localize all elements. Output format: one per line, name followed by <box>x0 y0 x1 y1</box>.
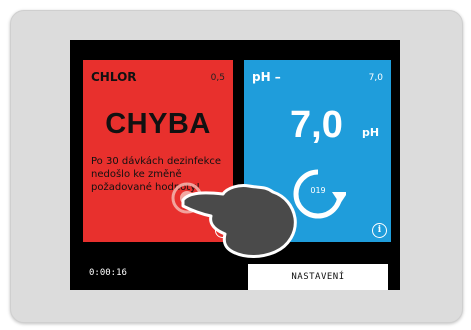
ph-title: pH – <box>252 70 281 84</box>
timer-readout: 0:00:16 <box>89 268 127 278</box>
ph-setpoint: 7,0 <box>368 73 383 83</box>
chlor-title: CHLOR <box>91 70 137 84</box>
tap-hand-icon <box>171 182 297 258</box>
ph-value: 7,0 <box>290 104 343 146</box>
ph-unit: pH <box>362 126 380 139</box>
settings-button[interactable]: NASTAVENÍ <box>248 264 388 290</box>
chlor-status: CHYBA <box>105 108 211 140</box>
chlor-setpoint: 0,5 <box>210 73 225 83</box>
ph-info-icon[interactable]: i <box>372 223 387 238</box>
